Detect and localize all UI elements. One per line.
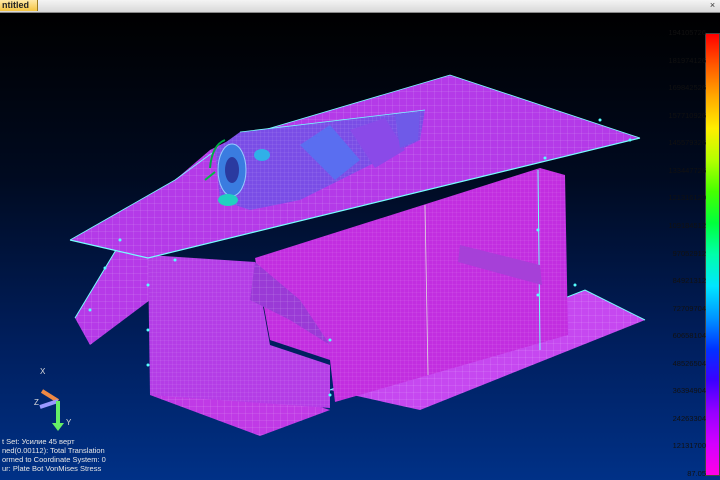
legend-label: 12131700 [672, 441, 706, 451]
legend-label: 121316120 [668, 193, 706, 203]
triad-x-label: X [40, 367, 46, 376]
coordinate-triad [39, 389, 64, 431]
fea-model-render [69, 74, 646, 436]
graphics-viewport[interactable]: 194105726 181974126 169842526 157710926 1455… [0, 13, 720, 480]
legend-label: 181974126 [668, 55, 706, 65]
legend-label: 87.05 [687, 469, 706, 478]
info-line-4: ur: Plate Bot VonMises Stress [2, 464, 102, 473]
legend-label: 84921312 [672, 276, 706, 286]
legend-label: 145579326 [668, 138, 706, 148]
legend-label: 60658104 [672, 331, 706, 341]
stress-color-scale [705, 33, 720, 476]
legend-label: 24263304 [672, 413, 706, 423]
document-tab[interactable]: ntitled [0, 0, 38, 11]
legend-label: 194105726 [668, 28, 706, 37]
legend-label: 169842526 [668, 83, 706, 93]
legend-label: 97052912 [672, 248, 706, 258]
legend-label: 72709704 [672, 303, 706, 313]
fea-application: ntitled × 194105726 181974126 169842526 … [0, 0, 720, 480]
legend-label: 48526504 [672, 358, 706, 368]
legend-label: 36394904 [672, 386, 706, 396]
legend-label: 157710926 [668, 110, 706, 120]
triad-y-label: Y [66, 418, 72, 427]
info-line-2: ned(0.00112): Total Translation [2, 446, 105, 455]
info-line-1: t Set: Усилие 45 верт [2, 437, 75, 446]
triad-z-label: Z [34, 398, 39, 407]
title-bar: ntitled × [0, 0, 720, 13]
close-icon[interactable]: × [707, 0, 718, 11]
info-line-3: ormed to Coordinate System: 0 [2, 455, 106, 464]
legend-label: 133447726 [668, 165, 706, 175]
legend-label: 109184512 [668, 220, 706, 230]
